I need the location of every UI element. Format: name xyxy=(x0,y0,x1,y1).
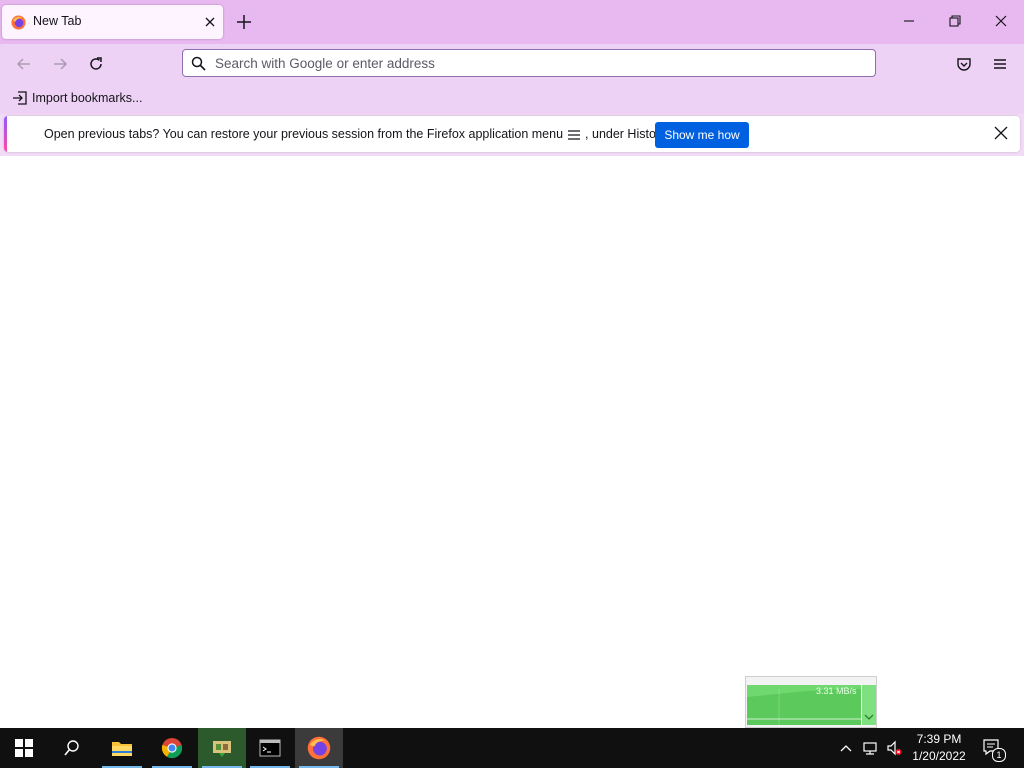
back-icon[interactable] xyxy=(15,55,33,73)
file-explorer-icon xyxy=(112,742,132,756)
taskbar-app[interactable] xyxy=(198,728,246,768)
import-bookmarks-button[interactable]: Import bookmarks... xyxy=(12,90,142,106)
title-bar: New Tab xyxy=(0,0,1024,44)
network-speed-widget[interactable]: 3.31 MB/s xyxy=(745,676,877,728)
taskbar-search-button[interactable] xyxy=(48,728,96,768)
network-widget-side xyxy=(862,685,876,725)
tab-title: New Tab xyxy=(33,14,82,28)
forward-icon[interactable] xyxy=(51,55,69,73)
page-content xyxy=(0,156,1024,728)
windows-start-icon xyxy=(15,739,33,757)
system-clock[interactable]: 7:39 PM 1/20/2022 xyxy=(906,731,972,765)
notification-accent xyxy=(4,116,7,152)
network-rate: 3.31 MB/s xyxy=(816,686,857,696)
volume-muted-icon[interactable] xyxy=(886,740,902,756)
reload-icon[interactable] xyxy=(87,55,105,73)
terminal-icon xyxy=(259,739,281,757)
url-input[interactable] xyxy=(215,54,855,72)
action-center-button[interactable]: 1 xyxy=(982,738,1006,762)
pocket-icon[interactable] xyxy=(955,55,973,73)
hamburger-menu-icon xyxy=(568,130,581,140)
taskbar-file-explorer[interactable] xyxy=(98,728,146,768)
minimize-icon[interactable] xyxy=(898,10,920,32)
clock-time: 7:39 PM xyxy=(916,732,962,746)
clock-date: 1/20/2022 xyxy=(912,749,966,763)
app-menu-icon[interactable] xyxy=(991,55,1009,73)
tab-new-tab[interactable]: New Tab xyxy=(2,5,223,39)
start-button[interactable] xyxy=(0,728,48,768)
firefox-icon xyxy=(307,736,331,760)
close-notification-icon[interactable] xyxy=(994,126,1008,140)
taskbar: 7:39 PM 1/20/2022 1 xyxy=(0,728,1024,768)
chrome-icon xyxy=(161,738,183,759)
navigation-toolbar xyxy=(0,44,1024,84)
restore-icon[interactable] xyxy=(944,10,966,32)
notification-area: Open previous tabs? You can restore your… xyxy=(0,114,1024,156)
search-icon xyxy=(191,56,206,71)
chevron-down-icon[interactable] xyxy=(862,685,876,725)
new-tab-icon[interactable] xyxy=(235,13,253,31)
taskbar-firefox[interactable] xyxy=(295,728,343,768)
search-icon xyxy=(64,740,79,756)
app-icon xyxy=(213,741,231,757)
notification-message: Open previous tabs? You can restore your… xyxy=(44,127,669,141)
session-restore-notification: Open previous tabs? You can restore your… xyxy=(4,116,1020,152)
bookmarks-toolbar: Import bookmarks... xyxy=(0,84,1024,114)
import-icon xyxy=(13,91,27,105)
chevron-up-icon[interactable] xyxy=(838,740,854,756)
close-tab-icon[interactable] xyxy=(203,15,217,29)
taskbar-terminal[interactable] xyxy=(246,728,294,768)
firefox-icon xyxy=(11,15,26,30)
url-bar[interactable] xyxy=(182,49,876,77)
notification-text-before: Open previous tabs? You can restore your… xyxy=(44,127,564,141)
show-me-how-button[interactable]: Show me how xyxy=(655,122,749,148)
network-icon[interactable] xyxy=(862,740,878,756)
taskbar-chrome[interactable] xyxy=(148,728,196,768)
notification-count-badge: 1 xyxy=(992,748,1006,762)
close-window-icon[interactable] xyxy=(990,10,1012,32)
import-bookmarks-label: Import bookmarks... xyxy=(32,91,143,105)
